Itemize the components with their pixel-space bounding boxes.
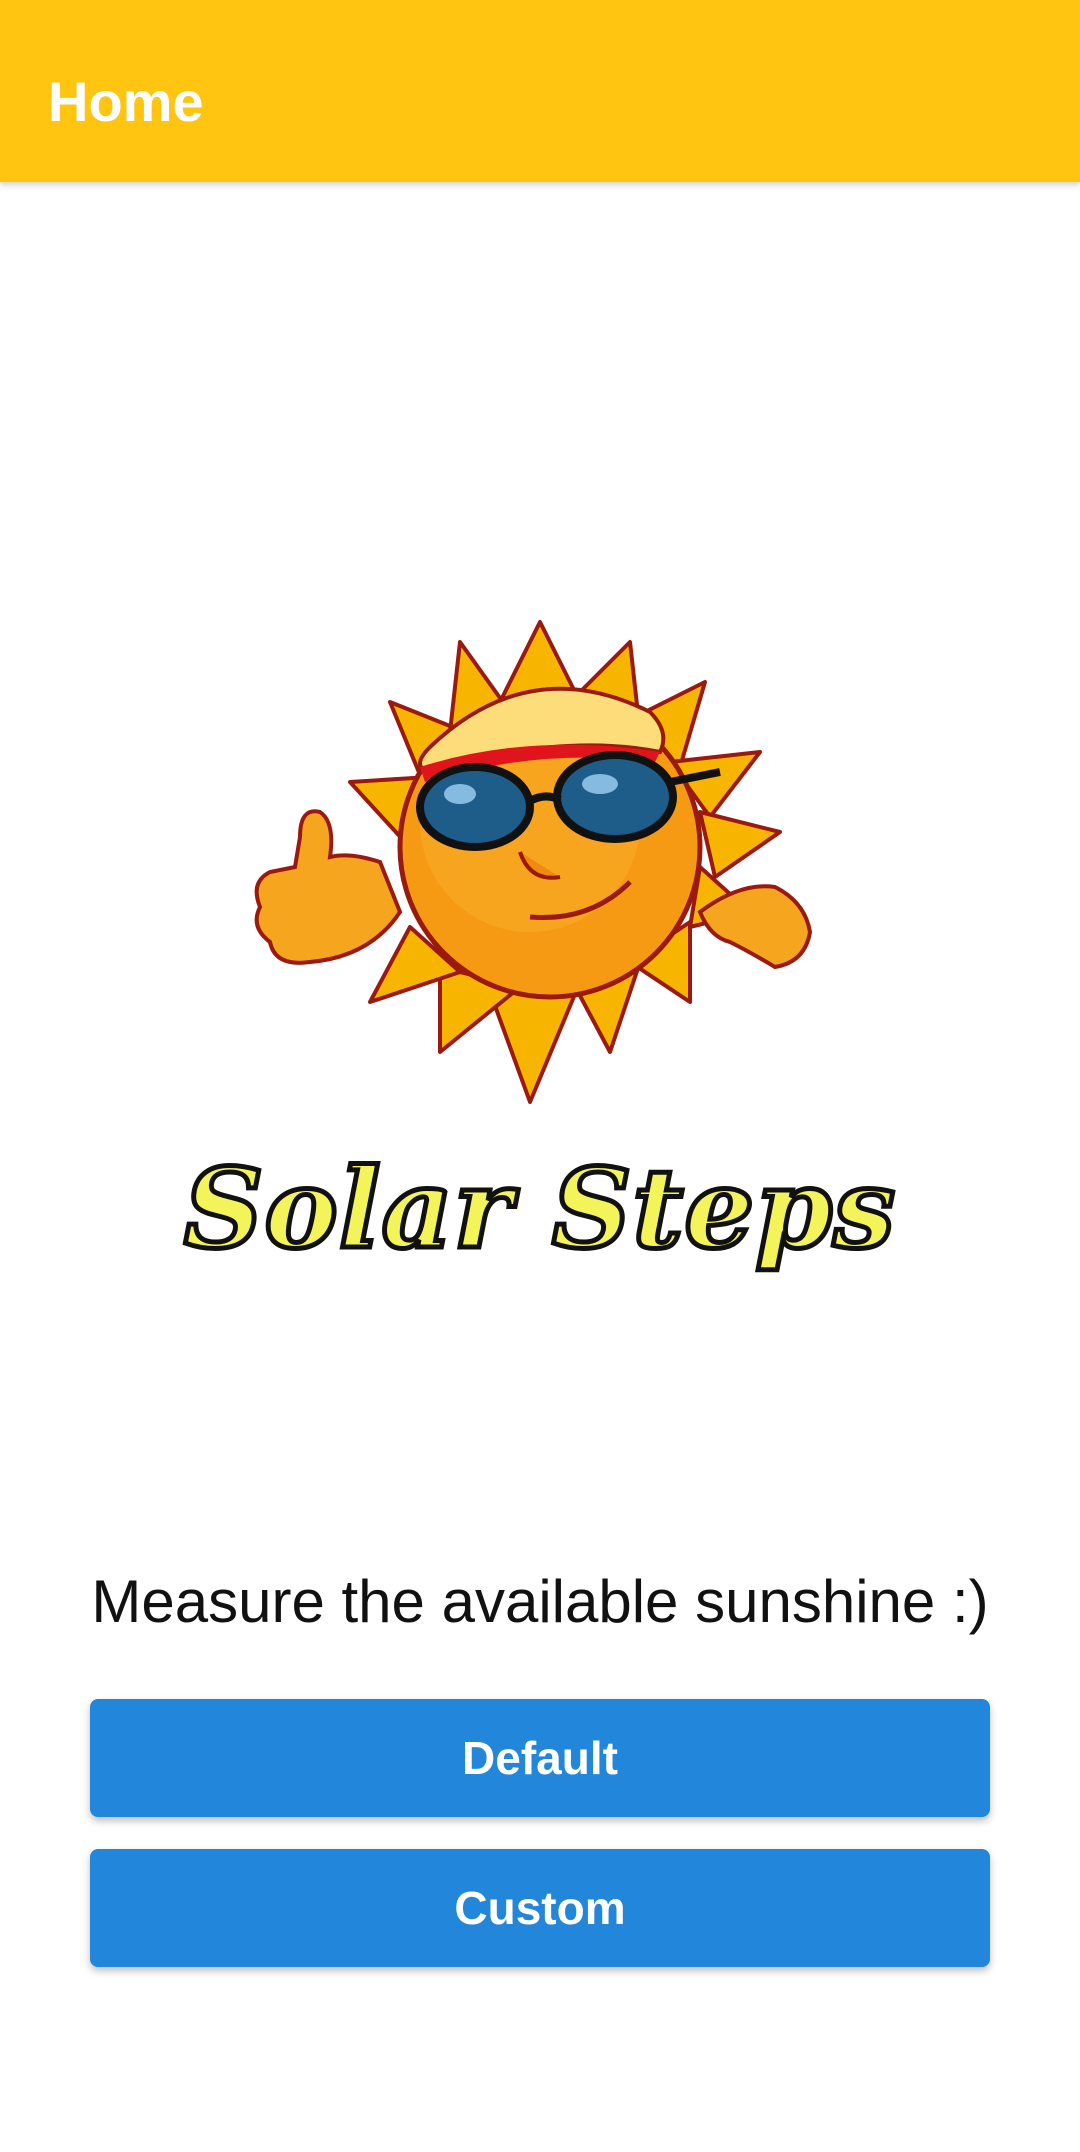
app-bar-title: Home [48, 70, 204, 133]
tagline-text: Measure the available sunshine :) [91, 1568, 989, 1635]
app-bar: Home [0, 0, 1080, 182]
sun-mascot-icon [230, 582, 850, 1122]
default-button[interactable]: Default [90, 1699, 990, 1817]
app-wordmark: Solar Steps [181, 1142, 897, 1276]
custom-button[interactable]: Custom [90, 1849, 990, 1967]
home-content: Solar Steps Measure the available sunshi… [0, 182, 1080, 2152]
